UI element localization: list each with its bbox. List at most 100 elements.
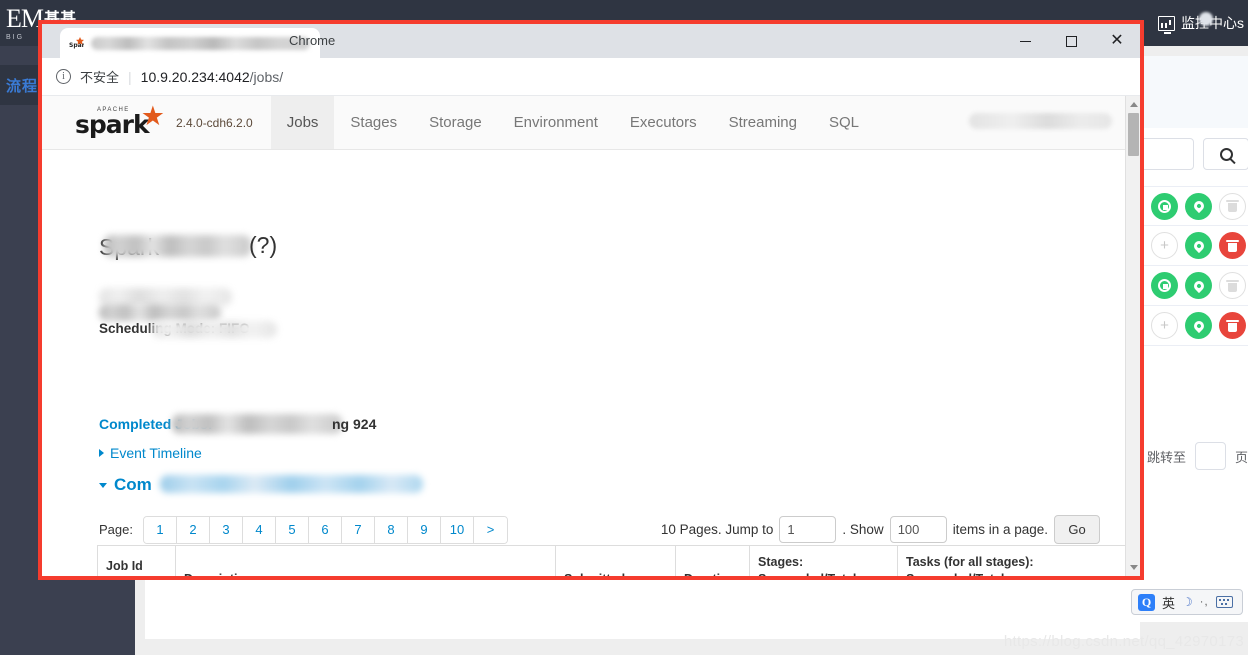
url-host: 10.9.20.234:4042 [140, 68, 250, 85]
col-description[interactable]: Description [175, 545, 556, 576]
info-circle-icon[interactable]: i [56, 69, 71, 84]
chrome-titlebar: Spark Chrome ✕ [42, 24, 1140, 58]
tab-stages[interactable]: Stages [334, 96, 413, 149]
page-link-7[interactable]: 7 [341, 516, 375, 543]
items-suffix-label: items in a page. [952, 522, 1048, 537]
completed-section-redacted [160, 475, 423, 493]
location-pin-icon[interactable] [1185, 192, 1212, 220]
spark-brand[interactable]: APACHE spark ★ 2.4.0-cdh6.2.0 [42, 96, 271, 149]
page-link-6[interactable]: 6 [308, 516, 342, 543]
completed-jobs-redacted [172, 414, 342, 434]
url-text: 10.9.20.234:4042/jobs/ [141, 69, 283, 85]
jobs-pagination: Page: 1 2 3 4 5 6 7 8 9 10 > 10 Pages. J… [99, 515, 1100, 544]
ime-language-label[interactable]: 英 [1162, 593, 1175, 612]
col-submitted[interactable]: Submitted [555, 545, 676, 576]
background-header-title-area: 监控中心s [1158, 0, 1248, 46]
col-stages[interactable]: Stages: Succeeded/Total [749, 545, 898, 576]
plus-icon[interactable]: + [1151, 312, 1178, 339]
chrome-browser-window[interactable]: Spark Chrome ✕ i 不安全 | 10.9.20.234:4042/… [38, 20, 1144, 580]
table-header-row: Job Id ▾ Description Submitted Duration … [97, 545, 1140, 576]
location-pin-icon[interactable] [1185, 272, 1212, 299]
col-stages-line2: Succeeded/Total [758, 571, 889, 576]
monitor-icon [1158, 15, 1175, 34]
col-job-id-label: Job Id [106, 559, 143, 574]
browser-tab[interactable]: Spark [60, 28, 320, 58]
trash-icon[interactable] [1219, 192, 1246, 220]
page-link-10[interactable]: 10 [440, 516, 474, 543]
stop-icon[interactable] [1151, 192, 1178, 220]
event-timeline-label: Event Timeline [110, 445, 202, 461]
scrollbar-thumb[interactable] [1128, 113, 1139, 156]
tab-environment[interactable]: Environment [498, 96, 614, 149]
security-label: 不安全 [80, 70, 120, 85]
jump-to-page-input[interactable]: 1 [779, 516, 837, 543]
tab-streaming[interactable]: Streaming [713, 96, 813, 149]
caret-right-icon [99, 449, 104, 457]
col-tasks[interactable]: Tasks (for all stages): Succeeded/Total [897, 545, 1140, 576]
search-button[interactable] [1203, 138, 1248, 170]
maximize-button[interactable] [1048, 24, 1094, 58]
address-bar[interactable]: i 不安全 | 10.9.20.234:4042/jobs/ [42, 58, 1140, 96]
tab-sql[interactable]: SQL [813, 96, 875, 149]
col-duration[interactable]: Duration [675, 545, 750, 576]
trash-icon[interactable] [1219, 232, 1246, 259]
keyboard-icon[interactable] [1215, 596, 1233, 608]
page-viewport: APACHE spark ★ 2.4.0-cdh6.2.0 Jobs Stage… [42, 96, 1140, 576]
tab-jobs[interactable]: Jobs [270, 96, 335, 149]
jump-to-area: 10 Pages. Jump to 1 . Show 100 items in … [661, 515, 1100, 544]
completed-jobs-table: Job Id ▾ Description Submitted Duration … [97, 545, 1140, 576]
col-stages-line1: Stages: [758, 555, 804, 570]
spark-favicon-icon: Spark [69, 36, 90, 51]
window-controls: ✕ [1002, 24, 1140, 58]
page-link-next[interactable]: > [473, 516, 507, 543]
completed-section-label: Com [114, 475, 152, 494]
page-scrollbar[interactable] [1125, 96, 1140, 576]
page-title-suffix: (?) [249, 232, 278, 258]
page-link-3[interactable]: 3 [209, 516, 243, 543]
page-link-2[interactable]: 2 [176, 516, 210, 543]
star-icon: ★ [140, 100, 165, 131]
table-head: Job Id ▾ Description Submitted Duration … [97, 545, 1140, 576]
browser-app-name: Chrome [289, 33, 336, 48]
stop-icon[interactable] [1151, 272, 1178, 299]
page-link-5[interactable]: 5 [275, 516, 309, 543]
page-link-9[interactable]: 9 [407, 516, 441, 543]
background-lower-sheet [145, 585, 1140, 639]
app-name-redacted [969, 113, 1112, 129]
close-button[interactable]: ✕ [1094, 24, 1140, 58]
show-label: . Show [842, 522, 884, 537]
scroll-down-icon[interactable] [1130, 565, 1138, 570]
jump-to-input[interactable] [1194, 442, 1226, 470]
ime-toolbar[interactable]: Q 英 ☽ ·, [1131, 589, 1243, 615]
trash-icon[interactable] [1219, 312, 1246, 339]
items-per-page-input[interactable]: 100 [889, 516, 947, 543]
col-job-id[interactable]: Job Id ▾ [97, 545, 176, 576]
page-link-4[interactable]: 4 [242, 516, 276, 543]
completed-jobs-section-toggle[interactable]: Com [99, 475, 152, 495]
page-title-redacted [104, 235, 251, 257]
tab-storage[interactable]: Storage [413, 96, 498, 149]
scroll-up-icon[interactable] [1130, 102, 1138, 107]
page-unit-label: 页 [1234, 449, 1248, 465]
ime-logo-icon[interactable]: Q [1138, 593, 1155, 611]
go-button[interactable]: Go [1054, 515, 1100, 544]
location-pin-icon[interactable] [1185, 232, 1212, 259]
spark-logo-icon: APACHE spark ★ [75, 100, 167, 140]
tab-executors[interactable]: Executors [614, 96, 713, 149]
page-number-list: 1 2 3 4 5 6 7 8 9 10 > [142, 515, 508, 544]
ime-punctuation-icon[interactable]: ·, [1200, 596, 1209, 608]
ime-moon-icon[interactable]: ☽ [1182, 595, 1193, 609]
background-header-title-wrap: 监控中心s [1181, 12, 1244, 33]
location-pin-icon[interactable] [1185, 312, 1212, 339]
trash-icon[interactable] [1219, 272, 1246, 299]
plus-icon[interactable]: + [1151, 232, 1178, 259]
page-link-8[interactable]: 8 [374, 516, 408, 543]
summary-line-2-redacted [99, 304, 221, 321]
page-label: Page: [99, 522, 133, 537]
omnibox-divider: | [128, 68, 132, 85]
page-link-1[interactable]: 1 [143, 516, 177, 543]
spark-version: 2.4.0-cdh6.2.0 [176, 115, 253, 130]
event-timeline-toggle[interactable]: Event Timeline [99, 445, 202, 461]
minimize-button[interactable] [1002, 24, 1048, 58]
watermark: https://blog.csdn.net/qq_42970173 [1003, 633, 1244, 650]
